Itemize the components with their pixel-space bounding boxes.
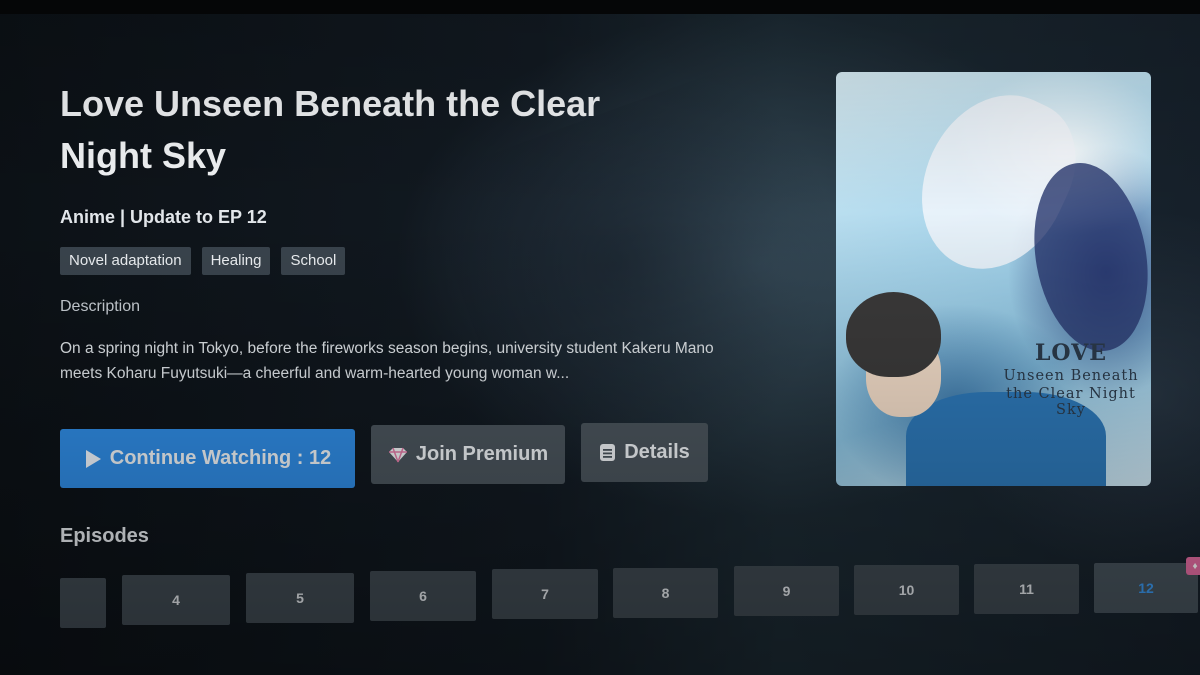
episodes-heading: Episodes	[60, 525, 149, 547]
episode-button-12[interactable]: 12 ♦	[1094, 557, 1200, 613]
premium-badge-icon: ♦	[1186, 557, 1200, 575]
continue-watching-label: Continue Watching : 12	[109, 447, 332, 469]
episode-button-11[interactable]: 11	[974, 564, 1079, 614]
episode-button-9[interactable]: 9	[734, 566, 839, 616]
show-meta: Anime | Update to EP 12	[60, 207, 267, 227]
episode-button-5[interactable]: 5	[246, 573, 354, 623]
play-icon	[85, 449, 101, 468]
poster-logo-line1: LOVE	[1034, 340, 1108, 366]
episode-12-label: 12	[1138, 580, 1154, 596]
join-premium-label: Join Premium	[415, 443, 549, 465]
diamond-icon	[388, 447, 407, 462]
description-label: Description	[60, 298, 141, 315]
tag-healing: Healing	[201, 247, 271, 275]
episode-button-4[interactable]: 4	[122, 575, 230, 625]
genre-tags: Novel adaptation Healing School	[60, 247, 346, 275]
episode-button-7[interactable]: 7	[492, 569, 598, 619]
document-icon	[600, 444, 616, 461]
poster-logo-line3: the Clear Night Sky	[1006, 386, 1136, 418]
description-text: On a spring night in Tokyo, before the f…	[60, 340, 714, 382]
continue-watching-button[interactable]: Continue Watching : 12	[60, 429, 355, 488]
poster-logo-line2: Unseen Beneath	[1003, 368, 1139, 384]
episode-button-partial[interactable]	[60, 578, 106, 628]
episode-button-8[interactable]: 8	[613, 568, 718, 618]
tag-novel-adaptation: Novel adaptation	[60, 247, 191, 275]
show-title: Love Unseen Beneath the Clear Night Sky	[60, 83, 601, 176]
details-label: Details	[624, 441, 690, 463]
detail-screen: Love Unseen Beneath the Clear Night Sky …	[0, 14, 1200, 675]
show-poster: LOVE Unseen Beneath the Clear Night Sky	[836, 72, 1151, 486]
tag-school: School	[281, 247, 346, 275]
join-premium-button[interactable]: Join Premium	[371, 425, 565, 484]
tv-bezel	[0, 0, 1200, 14]
details-button[interactable]: Details	[581, 423, 708, 482]
episode-button-6[interactable]: 6	[370, 571, 476, 621]
poster-logo: LOVE Unseen Beneath the Clear Night Sky	[991, 340, 1151, 418]
poster-boy-hair	[846, 292, 941, 377]
episode-button-10[interactable]: 10	[854, 565, 959, 615]
